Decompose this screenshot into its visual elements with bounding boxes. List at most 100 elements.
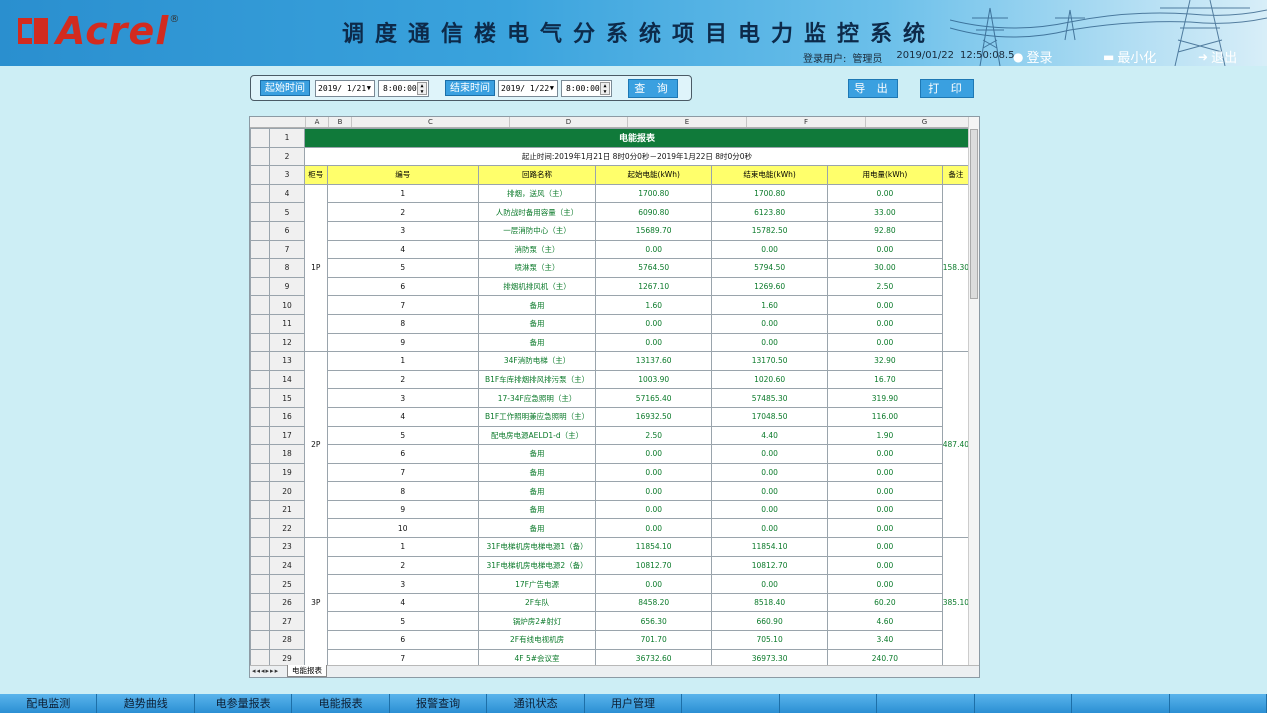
- start-energy[interactable]: 0.00: [595, 574, 713, 594]
- circuit-number[interactable]: 2: [326, 555, 479, 576]
- start-energy[interactable]: 1.60: [595, 295, 713, 315]
- energy-usage[interactable]: 2.50: [827, 276, 943, 297]
- energy-usage[interactable]: 4.60: [827, 611, 943, 632]
- start-energy[interactable]: 0.00: [595, 313, 713, 334]
- energy-usage[interactable]: 33.00: [827, 202, 943, 222]
- row-number[interactable]: 10: [269, 295, 305, 315]
- circuit-name[interactable]: 备用: [477, 481, 597, 501]
- energy-usage[interactable]: 1.90: [827, 425, 943, 446]
- start-energy[interactable]: 701.70: [595, 630, 713, 650]
- circuit-number[interactable]: 4: [326, 592, 479, 613]
- start-date-picker[interactable]: 2019/ 1/21 ▼: [315, 80, 375, 97]
- row-number[interactable]: 2: [269, 146, 305, 167]
- row-number[interactable]: 13: [269, 351, 305, 371]
- row-number[interactable]: 21: [269, 499, 305, 520]
- nav-item-empty[interactable]: [780, 694, 878, 713]
- circuit-number[interactable]: 1: [326, 537, 479, 557]
- remark-cell[interactable]: 487.40: [941, 351, 970, 539]
- circuit-name[interactable]: 34F消防电梯（主）: [477, 351, 597, 371]
- row-number[interactable]: 23: [269, 537, 305, 557]
- energy-usage[interactable]: 116.00: [827, 406, 943, 427]
- cabinet-cell[interactable]: 2P: [303, 351, 328, 539]
- nav-item-empty[interactable]: [975, 694, 1073, 713]
- end-energy[interactable]: 0.00: [711, 239, 829, 260]
- end-energy[interactable]: 57485.30: [711, 388, 829, 408]
- circuit-name[interactable]: 排烟，送风（主）: [477, 183, 597, 204]
- end-energy[interactable]: 5794.50: [711, 258, 829, 278]
- circuit-number[interactable]: 8: [326, 481, 479, 501]
- circuit-name[interactable]: 锅炉房2#射灯: [477, 611, 597, 632]
- column-letter-a[interactable]: A: [306, 117, 329, 127]
- circuit-number[interactable]: 2: [326, 202, 479, 222]
- circuit-name[interactable]: 备用: [477, 462, 597, 483]
- start-energy[interactable]: 0.00: [595, 332, 713, 353]
- end-energy[interactable]: 0.00: [711, 332, 829, 353]
- circuit-number[interactable]: 4: [326, 406, 479, 427]
- energy-usage[interactable]: 0.00: [827, 462, 943, 483]
- export-button[interactable]: 导 出: [848, 79, 898, 98]
- energy-usage[interactable]: 0.00: [827, 499, 943, 520]
- column-letter-b[interactable]: B: [329, 117, 352, 127]
- end-energy[interactable]: 0.00: [711, 518, 829, 539]
- end-energy[interactable]: 10812.70: [711, 555, 829, 576]
- column-letter-d[interactable]: D: [510, 117, 628, 127]
- row-number[interactable]: 16: [269, 406, 305, 427]
- start-energy[interactable]: 8458.20: [595, 592, 713, 613]
- energy-usage[interactable]: 0.00: [827, 574, 943, 594]
- circuit-name[interactable]: 人防战时备用容量（主）: [477, 202, 597, 222]
- start-energy[interactable]: 1267.10: [595, 276, 713, 297]
- end-energy[interactable]: 0.00: [711, 462, 829, 483]
- start-energy[interactable]: 0.00: [595, 462, 713, 483]
- circuit-name[interactable]: 17-34F应急照明（主）: [477, 388, 597, 408]
- end-energy[interactable]: 0.00: [711, 481, 829, 501]
- row-number[interactable]: 24: [269, 555, 305, 576]
- circuit-number[interactable]: 6: [326, 276, 479, 297]
- circuit-name[interactable]: 排烟机排风机（主）: [477, 276, 597, 297]
- energy-usage[interactable]: 0.00: [827, 444, 943, 464]
- report-spreadsheet[interactable]: ABCDEFG 1 电能报表 2 起止时间:2019年1月21日 8时0分0秒－201…: [249, 116, 980, 678]
- end-energy[interactable]: 1269.60: [711, 276, 829, 297]
- circuit-name[interactable]: 备用: [477, 295, 597, 315]
- search-button[interactable]: 查 询: [628, 79, 678, 98]
- start-energy[interactable]: 1003.90: [595, 369, 713, 390]
- circuit-name[interactable]: 备用: [477, 499, 597, 520]
- circuit-name[interactable]: 17F广告电源: [477, 574, 597, 594]
- row-number[interactable]: 1: [269, 128, 305, 148]
- end-energy[interactable]: 1020.60: [711, 369, 829, 390]
- circuit-name[interactable]: B1F车库排烟排风排污泵（主）: [477, 369, 597, 390]
- circuit-number[interactable]: 5: [326, 611, 479, 632]
- end-energy[interactable]: 0.00: [711, 574, 829, 594]
- circuit-number[interactable]: 3: [326, 388, 479, 408]
- circuit-number[interactable]: 6: [326, 630, 479, 650]
- row-number[interactable]: 25: [269, 574, 305, 594]
- nav-item-empty[interactable]: [682, 694, 780, 713]
- nav-item-empty[interactable]: [1170, 694, 1267, 713]
- start-energy[interactable]: 15689.70: [595, 220, 713, 241]
- circuit-number[interactable]: 1: [326, 183, 479, 204]
- circuit-name[interactable]: 31F电梯机房电梯电源2（备）: [477, 555, 597, 576]
- energy-usage[interactable]: 0.00: [827, 313, 943, 334]
- sheet-tab-energy-report[interactable]: 电能报表: [287, 665, 327, 677]
- row-number[interactable]: 4: [269, 183, 305, 204]
- row-number[interactable]: 8: [269, 258, 305, 278]
- row-number[interactable]: 5: [269, 202, 305, 222]
- end-energy[interactable]: 0.00: [711, 313, 829, 334]
- row-number[interactable]: 7: [269, 239, 305, 260]
- start-energy[interactable]: 16932.50: [595, 406, 713, 427]
- end-energy[interactable]: 705.10: [711, 630, 829, 650]
- row-number[interactable]: 18: [269, 444, 305, 464]
- circuit-name[interactable]: 备用: [477, 313, 597, 334]
- energy-usage[interactable]: 92.80: [827, 220, 943, 241]
- start-energy[interactable]: 0.00: [595, 239, 713, 260]
- circuit-number[interactable]: 9: [326, 332, 479, 353]
- row-number[interactable]: 15: [269, 388, 305, 408]
- row-number[interactable]: 22: [269, 518, 305, 539]
- start-time-input[interactable]: 8:00:00 ▲ ▼: [378, 80, 429, 97]
- circuit-number[interactable]: 6: [326, 444, 479, 464]
- login-button[interactable]: ● 登录: [1013, 47, 1053, 67]
- circuit-name[interactable]: 备用: [477, 518, 597, 539]
- circuit-number[interactable]: 8: [326, 313, 479, 334]
- circuit-number[interactable]: 5: [326, 258, 479, 278]
- start-energy[interactable]: 6090.80: [595, 202, 713, 222]
- scroll-thumb[interactable]: [970, 129, 978, 299]
